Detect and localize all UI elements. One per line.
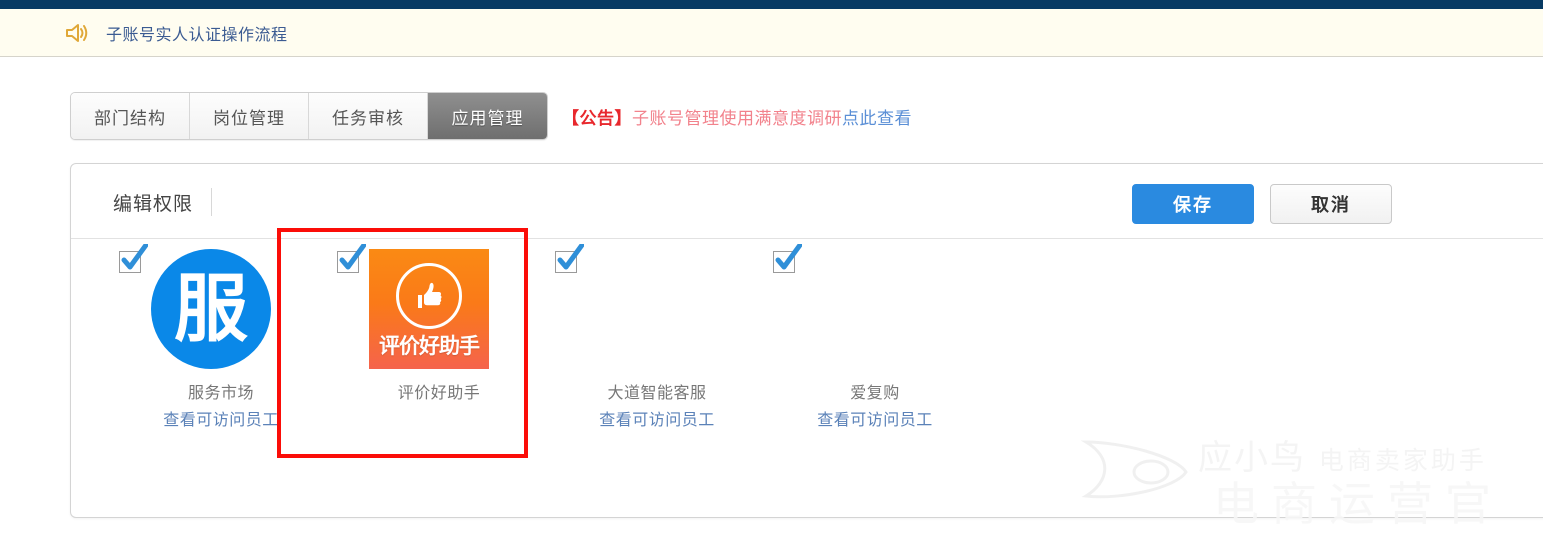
title-divider — [211, 188, 212, 216]
logo-square-text: 评价好助手 — [379, 334, 480, 358]
app-grid: 服 服务市场 查看可访问员工 评价好助手 评价好助手 大道智能客服 查看可访问员… — [71, 239, 1543, 518]
tab-department-structure[interactable]: 部门结构 — [71, 93, 190, 139]
page-title: 编辑权限 — [113, 193, 194, 215]
tab-app-management[interactable]: 应用管理 — [428, 93, 547, 139]
cancel-button[interactable]: 取消 — [1270, 184, 1392, 224]
tab-position-management[interactable]: 岗位管理 — [190, 93, 309, 139]
edit-permission-panel: 编辑权限 保存 取消 服 服务市场 查看可访问员工 评价好助手 评价好助手 大道… — [70, 163, 1543, 518]
app-checkbox-dadao-smart-service[interactable] — [555, 244, 584, 275]
app-name-label: 大道智能客服 — [607, 383, 707, 402]
announcement-banner: 【公告】子账号管理使用满意度调研点此查看 — [562, 104, 912, 129]
notice-bar: 子账号实人认证操作流程 — [0, 9, 1543, 57]
app-icon-review-assistant[interactable]: 评价好助手 — [369, 249, 489, 369]
thumbs-up-icon — [396, 263, 462, 329]
panel-header: 编辑权限 保存 取消 — [71, 164, 1543, 239]
app-name-label: 评价好助手 — [397, 383, 481, 402]
app-name-label: 爱复购 — [850, 383, 900, 402]
app-icon-aifugou — [805, 249, 925, 369]
view-accessible-staff-link-aifugou[interactable]: 查看可访问员工 — [765, 406, 985, 430]
tab-task-review[interactable]: 任务审核 — [309, 93, 428, 139]
app-item-dadao-smart-service[interactable]: 大道智能客服 查看可访问员工 — [547, 239, 767, 459]
check-icon — [775, 244, 802, 270]
app-checkbox-aifugou[interactable] — [773, 244, 802, 275]
page-root: 子账号实人认证操作流程 部门结构 岗位管理 任务审核 应用管理 【公告】子账号管… — [0, 0, 1543, 536]
app-checkbox-review-assistant[interactable] — [337, 244, 366, 275]
app-item-review-assistant[interactable]: 评价好助手 评价好助手 — [329, 239, 549, 459]
check-icon — [339, 244, 366, 270]
service-market-logo-icon: 服 — [151, 249, 271, 369]
announcement-body: 子账号管理使用满意度调研 — [632, 109, 842, 129]
view-accessible-staff-link-service-market[interactable]: 查看可访问员工 — [111, 406, 331, 430]
app-icon-dadao-smart-service — [587, 249, 707, 369]
app-icon-service-market[interactable]: 服 — [151, 249, 271, 369]
tab-group: 部门结构 岗位管理 任务审核 应用管理 — [70, 92, 548, 140]
logo-glyph: 服 — [174, 266, 248, 352]
speaker-icon — [64, 22, 88, 44]
announcement-link[interactable]: 点此查看 — [842, 109, 912, 129]
app-name-label: 服务市场 — [187, 383, 254, 402]
review-assistant-logo-icon: 评价好助手 — [369, 249, 489, 369]
tabs-row: 部门结构 岗位管理 任务审核 应用管理 【公告】子账号管理使用满意度调研点此查看 — [0, 58, 1543, 156]
announcement-tag: 【公告】 — [562, 109, 632, 129]
check-icon — [557, 244, 584, 270]
app-checkbox-service-market[interactable] — [119, 244, 148, 275]
view-accessible-staff-link-dadao-smart-service[interactable]: 查看可访问员工 — [547, 406, 767, 430]
app-item-aifugou[interactable]: 爱复购 查看可访问员工 — [765, 239, 985, 459]
app-item-service-market[interactable]: 服 服务市场 查看可访问员工 — [111, 239, 331, 459]
notice-text[interactable]: 子账号实人认证操作流程 — [106, 21, 288, 45]
check-icon — [121, 244, 148, 270]
save-button[interactable]: 保存 — [1132, 184, 1254, 224]
top-navigation-strip — [0, 0, 1543, 9]
